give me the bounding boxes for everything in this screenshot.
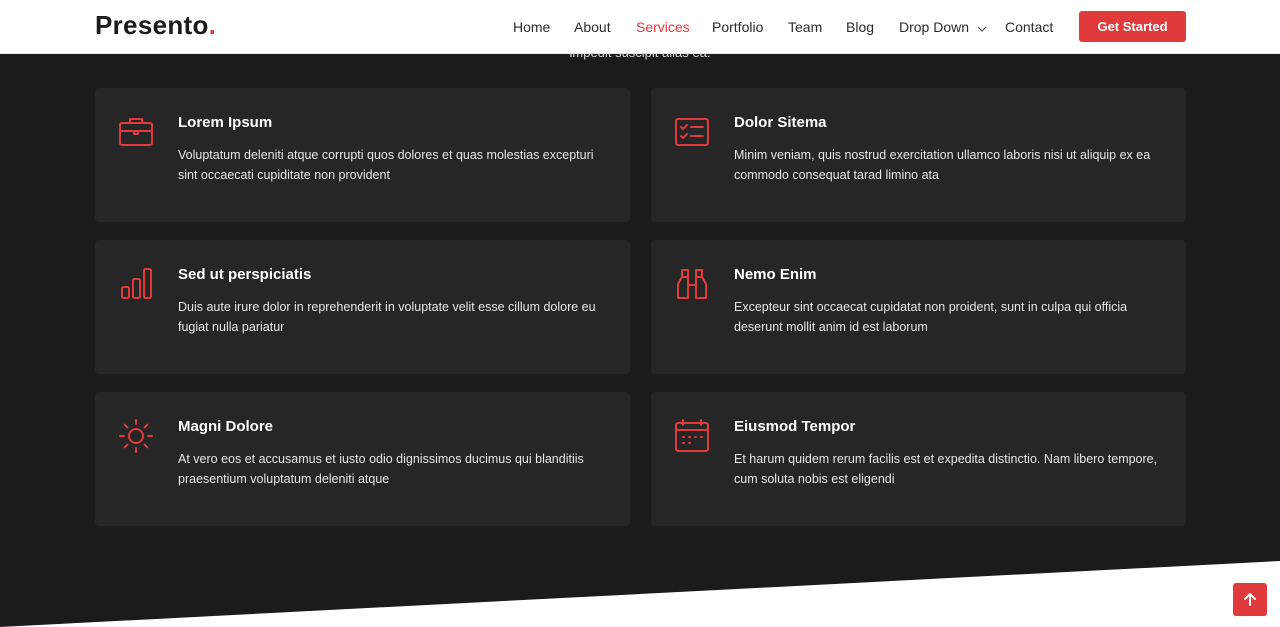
- back-to-top-button[interactable]: [1233, 583, 1267, 616]
- service-title: Sed ut perspiciatis: [178, 266, 312, 283]
- chevron-down-icon: [977, 20, 987, 36]
- brand-name: Presento: [95, 10, 209, 40]
- nav-home[interactable]: Home: [513, 19, 550, 35]
- service-title: Dolor Sitema: [734, 114, 827, 131]
- service-description: Et harum quidem rerum facilis est et exp…: [734, 452, 1158, 486]
- service-title: Lorem Ipsum: [178, 114, 273, 131]
- service-description: At vero eos et accusamus et iusto odio d…: [178, 452, 584, 486]
- arrow-up-icon: [1244, 593, 1256, 606]
- nav-dropdown[interactable]: Drop Down: [899, 19, 987, 36]
- sun-icon: [117, 417, 155, 455]
- site-header: Presento. Home About Services Portfolio …: [0, 0, 1280, 54]
- nav-team[interactable]: Team: [788, 19, 822, 35]
- service-title: Magni Dolore: [178, 418, 274, 435]
- section-divider: [0, 555, 1280, 627]
- service-card[interactable]: Nemo Enim Excepteur sint occaecat cupida…: [651, 240, 1186, 374]
- brand-logo[interactable]: Presento.: [95, 10, 216, 41]
- service-description: Voluptatum deleniti atque corrupti quos …: [178, 148, 594, 182]
- nav-dropdown-label: Drop Down: [899, 19, 970, 35]
- nav-portfolio[interactable]: Portfolio: [712, 19, 763, 35]
- briefcase-icon: [117, 113, 155, 151]
- service-card[interactable]: Lorem Ipsum Voluptatum deleniti atque co…: [95, 88, 630, 222]
- service-card[interactable]: Magni Dolore At vero eos et accusamus et…: [95, 392, 630, 526]
- get-started-button[interactable]: Get Started: [1079, 11, 1186, 42]
- nav-contact[interactable]: Contact: [1005, 19, 1053, 35]
- nav-services[interactable]: Services: [636, 19, 690, 35]
- calendar-icon: [673, 417, 711, 455]
- service-card[interactable]: Sed ut perspiciatis Duis aute irure dolo…: [95, 240, 630, 374]
- nav-about[interactable]: About: [574, 19, 611, 35]
- service-card[interactable]: Eiusmod Tempor Et harum quidem rerum fac…: [651, 392, 1186, 526]
- service-description: Excepteur sint occaecat cupidatat non pr…: [734, 300, 1128, 334]
- service-description: Duis aute irure dolor in reprehenderit i…: [178, 300, 596, 334]
- service-title: Eiusmod Tempor: [734, 418, 856, 435]
- binoculars-icon: [673, 265, 711, 303]
- service-description: Minim veniam, quis nostrud exercitation …: [734, 148, 1151, 182]
- service-title: Nemo Enim: [734, 266, 817, 283]
- card-checklist-icon: [673, 113, 711, 151]
- brand-dot: .: [208, 10, 217, 40]
- bar-chart-icon: [117, 265, 155, 303]
- service-card[interactable]: Dolor Sitema Minim veniam, quis nostrud …: [651, 88, 1186, 222]
- nav-blog[interactable]: Blog: [846, 19, 874, 35]
